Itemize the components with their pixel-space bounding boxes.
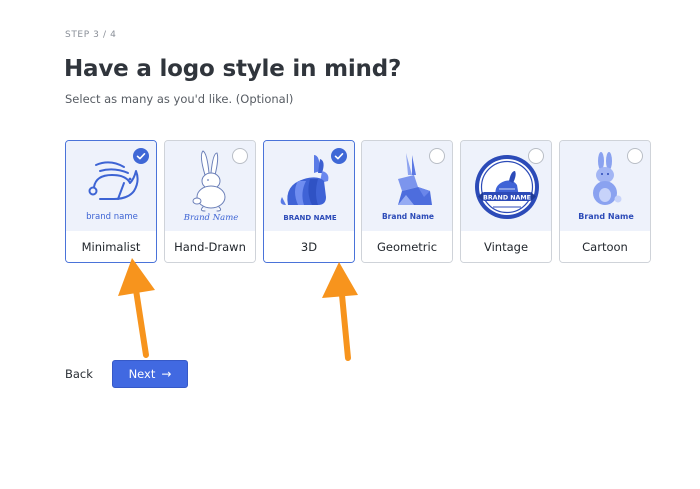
- style-card-vintage[interactable]: BRAND NAME Vintage: [460, 140, 552, 263]
- unselected-check-icon: [528, 148, 544, 164]
- brand-name-text: Brand Name: [382, 212, 434, 221]
- page-subtitle: Select as many as you'd like. (Optional): [65, 92, 294, 106]
- brand-name-text: BRAND NAME: [483, 194, 531, 201]
- style-card-minimalist[interactable]: brand name Minimalist: [65, 140, 157, 263]
- step-indicator: STEP 3 / 4: [65, 30, 117, 40]
- back-button[interactable]: Back: [65, 367, 93, 381]
- page-title: Have a logo style in mind?: [64, 56, 402, 82]
- style-card-label: Vintage: [461, 231, 551, 262]
- next-button-label: Next: [128, 367, 156, 381]
- style-card-cartoon[interactable]: Brand Name Cartoon: [559, 140, 651, 263]
- brand-name-text: Brand Name: [578, 212, 634, 221]
- unselected-check-icon: [429, 148, 445, 164]
- selected-check-icon: [133, 148, 149, 164]
- logo-style-options: brand name Minimalist Brand Name Hand-Dr…: [65, 140, 651, 264]
- annotation-arrow-3d: [322, 262, 358, 361]
- arrow-right-icon: →: [161, 367, 172, 381]
- annotation-arrow-minimalist: [118, 258, 155, 358]
- selected-check-icon: [331, 148, 347, 164]
- unselected-check-icon: [232, 148, 248, 164]
- brand-name-text: Brand Name: [183, 213, 239, 223]
- style-card-3d[interactable]: BRAND NAME 3D: [263, 140, 355, 263]
- style-card-label: Minimalist: [66, 231, 156, 262]
- style-card-geometric[interactable]: Brand Name Geometric: [361, 140, 453, 263]
- style-card-label: 3D: [264, 231, 354, 262]
- brand-name-text: BRAND NAME: [283, 214, 336, 222]
- style-card-label: Geometric: [362, 231, 452, 262]
- style-card-hand-drawn[interactable]: Brand Name Hand-Drawn: [164, 140, 256, 263]
- brand-name-text: brand name: [86, 212, 138, 222]
- style-card-label: Hand-Drawn: [165, 231, 255, 262]
- next-button[interactable]: Next →: [112, 360, 188, 388]
- style-card-label: Cartoon: [560, 231, 650, 262]
- unselected-check-icon: [627, 148, 643, 164]
